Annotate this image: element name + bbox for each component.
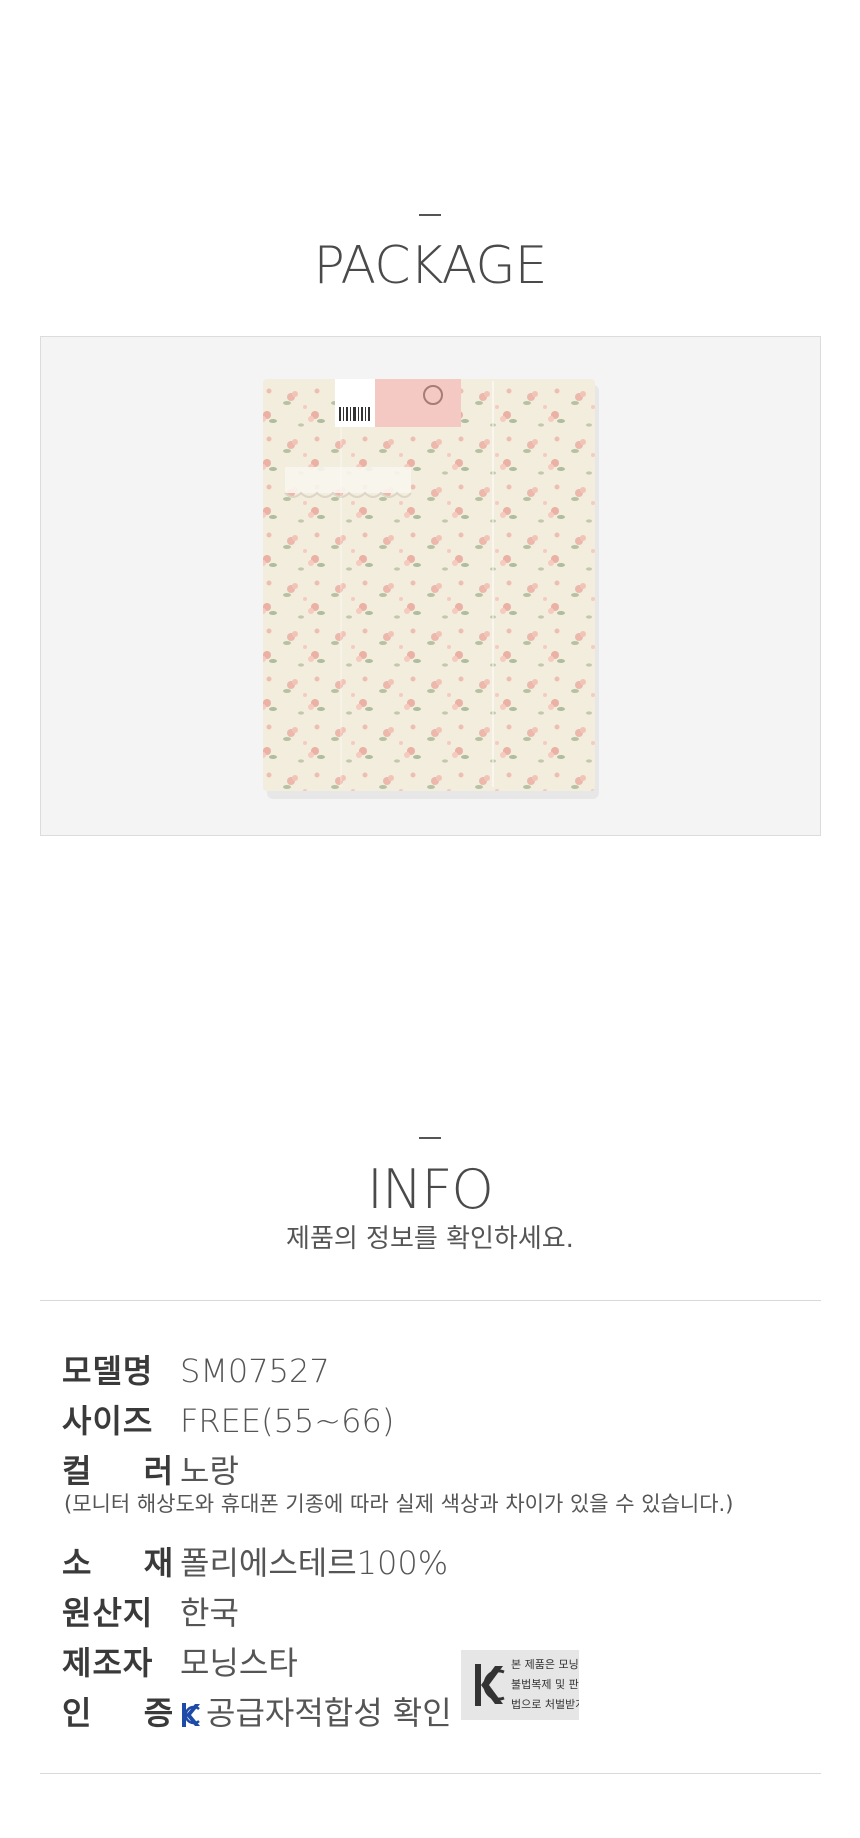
spec-value: 모닝스타 [180, 1644, 298, 1682]
kc-notice-line: 본 제품은 모닝 [511, 1658, 579, 1671]
spec-label: 제조자 [62, 1644, 154, 1682]
spec-label: 모델명 [62, 1352, 154, 1390]
spec-manufacturer: 제조자 모닝스타 [62, 1638, 298, 1684]
spec-label: 인 증 [62, 1694, 184, 1732]
spec-model: 모델명 SM07527 [62, 1346, 330, 1392]
spec-material: 소 재폴리에스테르100% [62, 1538, 448, 1584]
divider-bottom [40, 1773, 821, 1774]
section-dash [419, 214, 441, 216]
kc-logo-icon [475, 1664, 505, 1706]
kc-notice-line: 불법복제 및 판매 [511, 1678, 579, 1691]
spec-size: 사이즈 FREE(55~66) [62, 1396, 394, 1442]
spec-label: 사이즈 [62, 1402, 154, 1440]
spec-value: SM07527 [180, 1352, 330, 1390]
info-subtitle: 제품의 정보를 확인하세요. [286, 1224, 574, 1254]
divider-top [40, 1300, 821, 1301]
spec-value: 공급자적합성 확인 [206, 1694, 452, 1732]
spec-value: 폴리에스테르100% [180, 1544, 449, 1582]
spec-value: 노랑 [180, 1452, 239, 1490]
spec-certification: 인 증 공급자적합성 확인 [62, 1688, 452, 1734]
color-disclaimer: (모니터 해상도와 휴대폰 기종에 따라 실제 색상과 차이가 있을 수 있습니… [64, 1492, 734, 1516]
spec-label: 컬 러 [62, 1452, 184, 1490]
spec-label: 소 재 [62, 1544, 184, 1582]
spec-value: 한국 [180, 1594, 239, 1632]
spec-label: 원산지 [62, 1594, 154, 1632]
kc-notice-badge: 본 제품은 모닝 불법복제 및 판매 법으로 처벌받게 [461, 1650, 579, 1720]
info-title: INFO [367, 1158, 494, 1221]
package-title: PACKAGE [313, 236, 548, 296]
package-image [263, 379, 599, 799]
kc-mark-icon [182, 1703, 200, 1727]
spec-color: 컬 러노랑 [62, 1446, 239, 1492]
kc-notice-line: 법으로 처벌받게 [511, 1698, 579, 1711]
section-dash [419, 1137, 441, 1139]
spec-origin: 원산지 한국 [62, 1588, 239, 1634]
spec-value: FREE(55~66) [180, 1402, 395, 1440]
package-photo [40, 336, 821, 836]
